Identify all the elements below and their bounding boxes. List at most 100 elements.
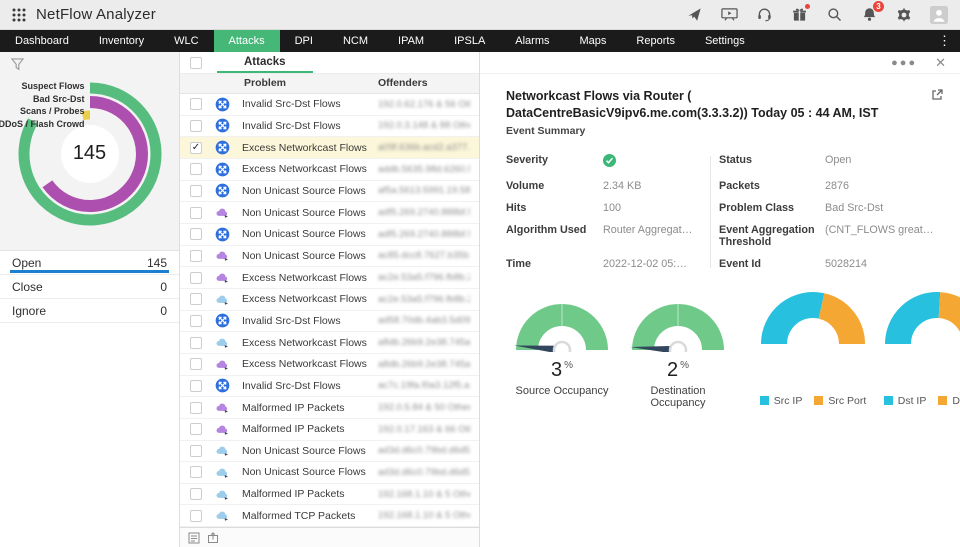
summary-sidebar: Suspect Flows Bad Src-Dst Scans / Probes DD… (0, 52, 180, 547)
field-value: Router Aggregation (603, 223, 697, 236)
active-status-underline (10, 270, 169, 273)
row-checkbox[interactable] (190, 444, 202, 457)
gift-icon[interactable] (790, 3, 810, 24)
row-checkbox[interactable] (190, 379, 202, 392)
table-row[interactable]: Non Unicast Source Flows af5a.5613.5991.1… (180, 181, 479, 203)
row-checkbox[interactable] (190, 423, 202, 436)
gauge-label: Destination Occupancy (650, 384, 706, 409)
table-row[interactable]: Invalid Src-Dst Flows ac7c.19fa.f0a3.12f5… (180, 376, 479, 398)
table-row[interactable]: Non Unicast Source Flows ad3d.d6c0.79bd.d… (180, 441, 479, 463)
ellipsis-icon[interactable]: ●●● (891, 57, 917, 69)
row-checkbox[interactable] (190, 509, 202, 522)
row-checkbox[interactable] (190, 336, 202, 349)
status-count: 0 (160, 279, 167, 294)
netflow-analyzer-app: NetFlow Analyzer 3 Dashboard Inventory WLC… (0, 0, 960, 547)
router-icon (215, 118, 230, 133)
table-row[interactable]: Non Unicast Source Flows adf5.269.2740.88… (180, 224, 479, 246)
row-checkbox[interactable] (190, 314, 202, 327)
row-checkbox[interactable] (190, 488, 202, 501)
row-checkbox[interactable]: ✓ (190, 141, 202, 154)
offenders-text: 192.168.1.10 & 5 Others (378, 510, 470, 522)
row-checkbox[interactable] (190, 293, 202, 306)
presentation-icon[interactable] (720, 6, 738, 24)
funnel-icon[interactable] (10, 57, 25, 72)
table-row[interactable]: Non Unicast Source Flows adf5.269.2740.88… (180, 202, 479, 224)
app-grid-icon[interactable] (12, 8, 26, 22)
row-checkbox[interactable] (190, 163, 202, 176)
external-link-icon[interactable] (930, 88, 944, 102)
table-row[interactable]: Non Unicast Source Flows ad3d.d6c0.79bd.d… (180, 462, 479, 484)
row-checkbox[interactable] (190, 206, 202, 219)
problem-text: Malformed TCP Packets (242, 509, 356, 522)
row-checkbox[interactable] (190, 184, 202, 197)
table-row[interactable]: Excess Networkcast Flows ac2e.53a5.f796.f… (180, 267, 479, 289)
donut-center-total: 145 (72, 142, 107, 164)
field-value: Open (825, 153, 852, 166)
cloud-blue-icon (215, 465, 230, 480)
nav-item-ncm[interactable]: NCM (328, 30, 383, 52)
table-row[interactable]: ✓ Excess Networkcast Flows a09f.636b.acd2.… (180, 137, 479, 159)
field-label: Event Id (719, 257, 761, 270)
table-row[interactable]: Excess Networkcast Flows a8db.26b9.2e38.7… (180, 332, 479, 354)
row-checkbox[interactable] (190, 271, 202, 284)
search-icon[interactable] (825, 6, 843, 24)
close-icon[interactable]: ✕ (935, 55, 946, 71)
nav-item-attacks[interactable]: Attacks (213, 30, 280, 52)
headset-icon[interactable] (755, 6, 773, 24)
row-checkbox[interactable] (190, 249, 202, 262)
table-row[interactable]: Invalid Src-Dst Flows 192.0.62.176 & 56 O… (180, 94, 479, 116)
tab-attacks[interactable]: Attacks (217, 52, 313, 73)
gear-icon[interactable] (895, 6, 913, 24)
table-row[interactable]: Invalid Src-Dst Flows 192.0.3.148 & 88 Ot… (180, 116, 479, 138)
table-row[interactable]: Excess Networkcast Flows ac2e.53a5.f796.f… (180, 289, 479, 311)
nav-item-alarms[interactable]: Alarms (500, 30, 564, 52)
select-all-checkbox[interactable] (190, 56, 202, 69)
kebab-menu-icon[interactable]: ⋮ (929, 30, 960, 52)
top-header: NetFlow Analyzer 3 (0, 0, 960, 30)
offenders-text: ac7c.19fa.f0a3.12f5.ab... (378, 380, 470, 392)
legend-label: Dst IP (897, 394, 927, 407)
table-row[interactable]: Malformed IP Packets 192.168.1.10 & 5 Oth… (180, 484, 479, 506)
status-row-close[interactable]: Close 0 (0, 275, 179, 299)
row-checkbox[interactable] (190, 401, 202, 414)
row-checkbox[interactable] (190, 358, 202, 371)
problem-text: Excess Networkcast Flows (242, 293, 367, 306)
row-checkbox[interactable] (190, 228, 202, 241)
table-header: Problem Offenders (180, 74, 479, 94)
nav-item-ipam[interactable]: IPAM (383, 30, 439, 52)
legend-item: Dst Port (938, 395, 960, 407)
attacks-list-panel: Attacks Problem Offenders Invalid Src-Ds… (180, 52, 480, 547)
nav-item-maps[interactable]: Maps (565, 30, 622, 52)
export-icon[interactable] (207, 531, 219, 544)
router-icon (215, 227, 230, 242)
nav-item-dpi[interactable]: DPI (280, 30, 328, 52)
list-icon[interactable] (188, 532, 200, 544)
bell-icon[interactable]: 3 (860, 0, 884, 24)
nav-item-dashboard[interactable]: Dashboard (0, 30, 84, 52)
table-row[interactable]: Malformed IP Packets 192.0.5.84 & 50 Othe… (180, 397, 479, 419)
nav-item-reports[interactable]: Reports (621, 30, 690, 52)
row-checkbox[interactable] (190, 466, 202, 479)
row-checkbox[interactable] (190, 119, 202, 132)
status-row-ignore[interactable]: Ignore 0 (0, 299, 179, 323)
nav-item-ipsla[interactable]: IPSLA (439, 30, 500, 52)
legend-label: Src Port (828, 394, 867, 407)
problem-text: Invalid Src-Dst Flows (242, 98, 341, 111)
table-row[interactable]: Malformed IP Packets 192.0.17.163 & 66 Ot… (180, 419, 479, 441)
cloud-purple-icon (215, 400, 230, 415)
table-row[interactable]: Excess Networkcast Flows addb.5635.98d.62… (180, 159, 479, 181)
cloud-blue-icon (215, 508, 230, 523)
table-row[interactable]: Malformed TCP Packets 192.168.1.10 & 5 Ot… (180, 505, 479, 528)
table-row[interactable]: Non Unicast Source Flows ac85.dcc8.7627.b… (180, 246, 479, 268)
table-row[interactable]: Excess Networkcast Flows a8db.26b9.2e38.7… (180, 354, 479, 376)
nav-item-settings[interactable]: Settings (690, 30, 760, 52)
status-row-open[interactable]: Open 145 (0, 251, 179, 275)
row-checkbox[interactable] (190, 98, 202, 111)
user-avatar[interactable] (930, 5, 948, 24)
send-icon[interactable] (685, 6, 703, 24)
table-row[interactable]: Invalid Src-Dst Flows ad58.70db.4ab3.5d09… (180, 311, 479, 333)
nav-item-inventory[interactable]: Inventory (84, 30, 159, 52)
problem-text: Invalid Src-Dst Flows (242, 379, 341, 392)
nav-item-wlc[interactable]: WLC (159, 30, 213, 52)
ring-label: Bad Src-Dst (32, 93, 85, 104)
